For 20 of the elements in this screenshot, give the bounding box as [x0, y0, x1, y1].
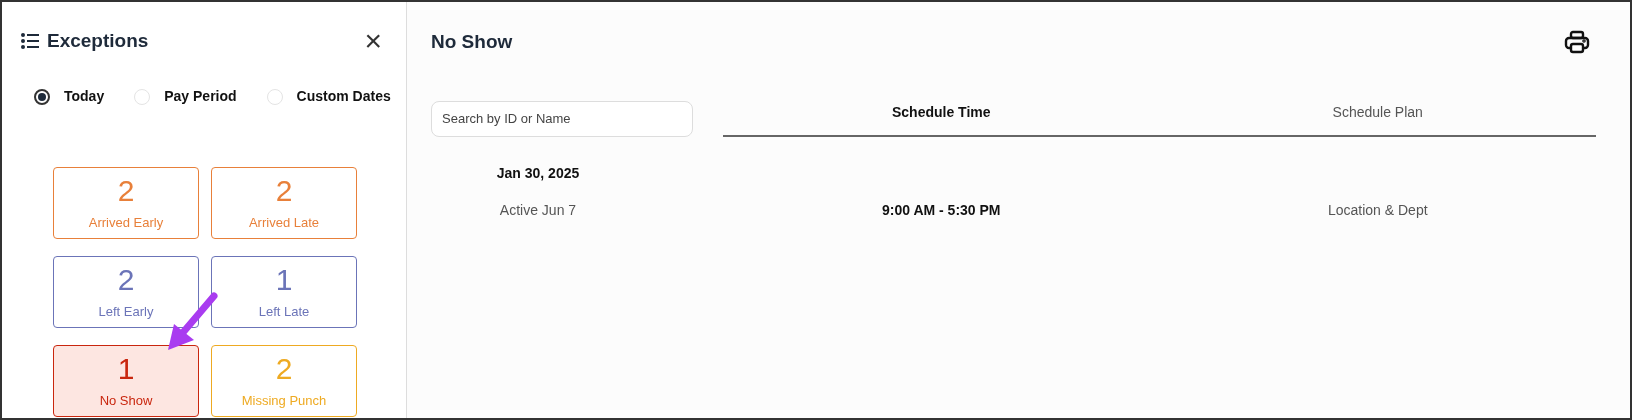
- radio-button[interactable]: [34, 88, 50, 105]
- print-icon[interactable]: [1564, 30, 1590, 55]
- radio-label[interactable]: Today: [64, 86, 105, 107]
- exception-card[interactable]: 2 Left Early: [53, 256, 199, 328]
- exception-card[interactable]: 1 Left Late: [211, 256, 357, 328]
- panel-title: Exceptions: [47, 28, 149, 53]
- close-button[interactable]: ×: [364, 26, 382, 56]
- tab[interactable]: Schedule Time: [723, 101, 1160, 135]
- exception-card[interactable]: 1 No Show: [53, 345, 199, 417]
- list-icon: [21, 33, 39, 49]
- date-heading: Jan 30, 2025: [495, 163, 581, 183]
- annotation-arrow: [166, 292, 218, 352]
- table-cell-text: 9:00 AM - 5:30 PM: [881, 200, 1002, 220]
- tab[interactable]: Schedule Plan: [1159, 101, 1596, 135]
- radio-label[interactable]: Pay Period: [164, 86, 237, 107]
- page-title: No Show: [431, 30, 513, 54]
- search-field[interactable]: Search by ID or Name: [431, 100, 693, 137]
- table-cell-text: Location & Dept: [1326, 200, 1429, 220]
- table-cell-text: Active Jun 7: [498, 200, 578, 220]
- radio-label[interactable]: Custom Dates: [296, 86, 391, 107]
